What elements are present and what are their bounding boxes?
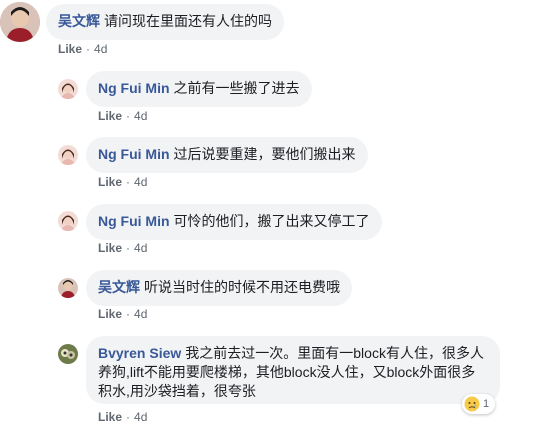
comment-meta: Like · 4d — [98, 109, 147, 123]
comment-meta: Like · 4d — [98, 307, 147, 321]
sad-reaction-icon — [464, 396, 480, 412]
comment-bubble: Ng Fui Min 过后说要重建，要他们搬出来 — [86, 137, 368, 173]
comment-timestamp[interactable]: 4d — [94, 42, 107, 56]
comment-bubble: Ng Fui Min 之前有一些搬了进去 — [86, 71, 312, 107]
comment-meta: Like · 4d — [98, 410, 147, 424]
comment-timestamp[interactable]: 4d — [134, 241, 147, 255]
comment-author[interactable]: Bvyren Siew — [98, 345, 181, 361]
separator-dot: · — [126, 307, 131, 321]
comment-author[interactable]: 吴文辉 — [58, 13, 100, 29]
comment-author[interactable]: Ng Fui Min — [98, 213, 170, 229]
like-button[interactable]: Like — [98, 307, 122, 321]
comment-meta: Like · 4d — [58, 42, 107, 56]
user-avatar-icon — [58, 278, 78, 298]
like-button[interactable]: Like — [58, 42, 82, 56]
separator-dot: · — [126, 241, 131, 255]
like-button[interactable]: Like — [98, 109, 122, 123]
avatar[interactable] — [58, 211, 78, 231]
comment-bubble: 吴文辉 请问现在里面还有人住的吗 — [46, 4, 284, 40]
like-button[interactable]: Like — [98, 241, 122, 255]
comment-bubble: Bvyren Siew 我之前去过一次。里面有一block有人住，很多人养狗,li… — [86, 336, 500, 404]
user-avatar-icon — [58, 211, 78, 231]
reaction-count: 1 — [483, 398, 490, 410]
separator-dot: · — [86, 42, 91, 56]
comment-author[interactable]: 吴文辉 — [98, 279, 140, 295]
comment-text: 可怜的他们，搬了出来又停工了 — [173, 213, 370, 229]
comment-bubble: 吴文辉 听说当时住的时候不用还电费哦 — [86, 270, 352, 306]
separator-dot: · — [126, 175, 131, 189]
user-avatar-icon — [58, 344, 78, 364]
avatar[interactable] — [58, 344, 78, 364]
comment-text: 听说当时住的时候不用还电费哦 — [144, 279, 340, 295]
comment-meta: Like · 4d — [98, 175, 147, 189]
like-button[interactable]: Like — [98, 410, 122, 424]
comment-author[interactable]: Ng Fui Min — [98, 146, 170, 162]
comment-author[interactable]: Ng Fui Min — [98, 80, 170, 96]
avatar[interactable] — [58, 278, 78, 298]
avatar[interactable] — [58, 145, 78, 165]
comment-bubble: Ng Fui Min 可怜的他们，搬了出来又停工了 — [86, 204, 382, 240]
comment-timestamp[interactable]: 4d — [134, 109, 147, 123]
user-avatar-icon — [0, 2, 40, 42]
comment-text: 之前有一些搬了进去 — [173, 80, 300, 96]
comment-timestamp[interactable]: 4d — [134, 307, 147, 321]
like-button[interactable]: Like — [98, 175, 122, 189]
avatar[interactable] — [0, 2, 40, 42]
user-avatar-icon — [58, 145, 78, 165]
comment-meta: Like · 4d — [98, 241, 147, 255]
comment-text: 请问现在里面还有人住的吗 — [104, 13, 272, 29]
user-avatar-icon — [58, 79, 78, 99]
comment-timestamp[interactable]: 4d — [134, 175, 147, 189]
comment-text: 过后说要重建，要他们搬出来 — [173, 146, 356, 162]
separator-dot: · — [126, 109, 131, 123]
comment-timestamp[interactable]: 4d — [134, 410, 147, 424]
reaction-badge[interactable]: 1 — [462, 394, 496, 414]
separator-dot: · — [126, 410, 131, 424]
avatar[interactable] — [58, 79, 78, 99]
